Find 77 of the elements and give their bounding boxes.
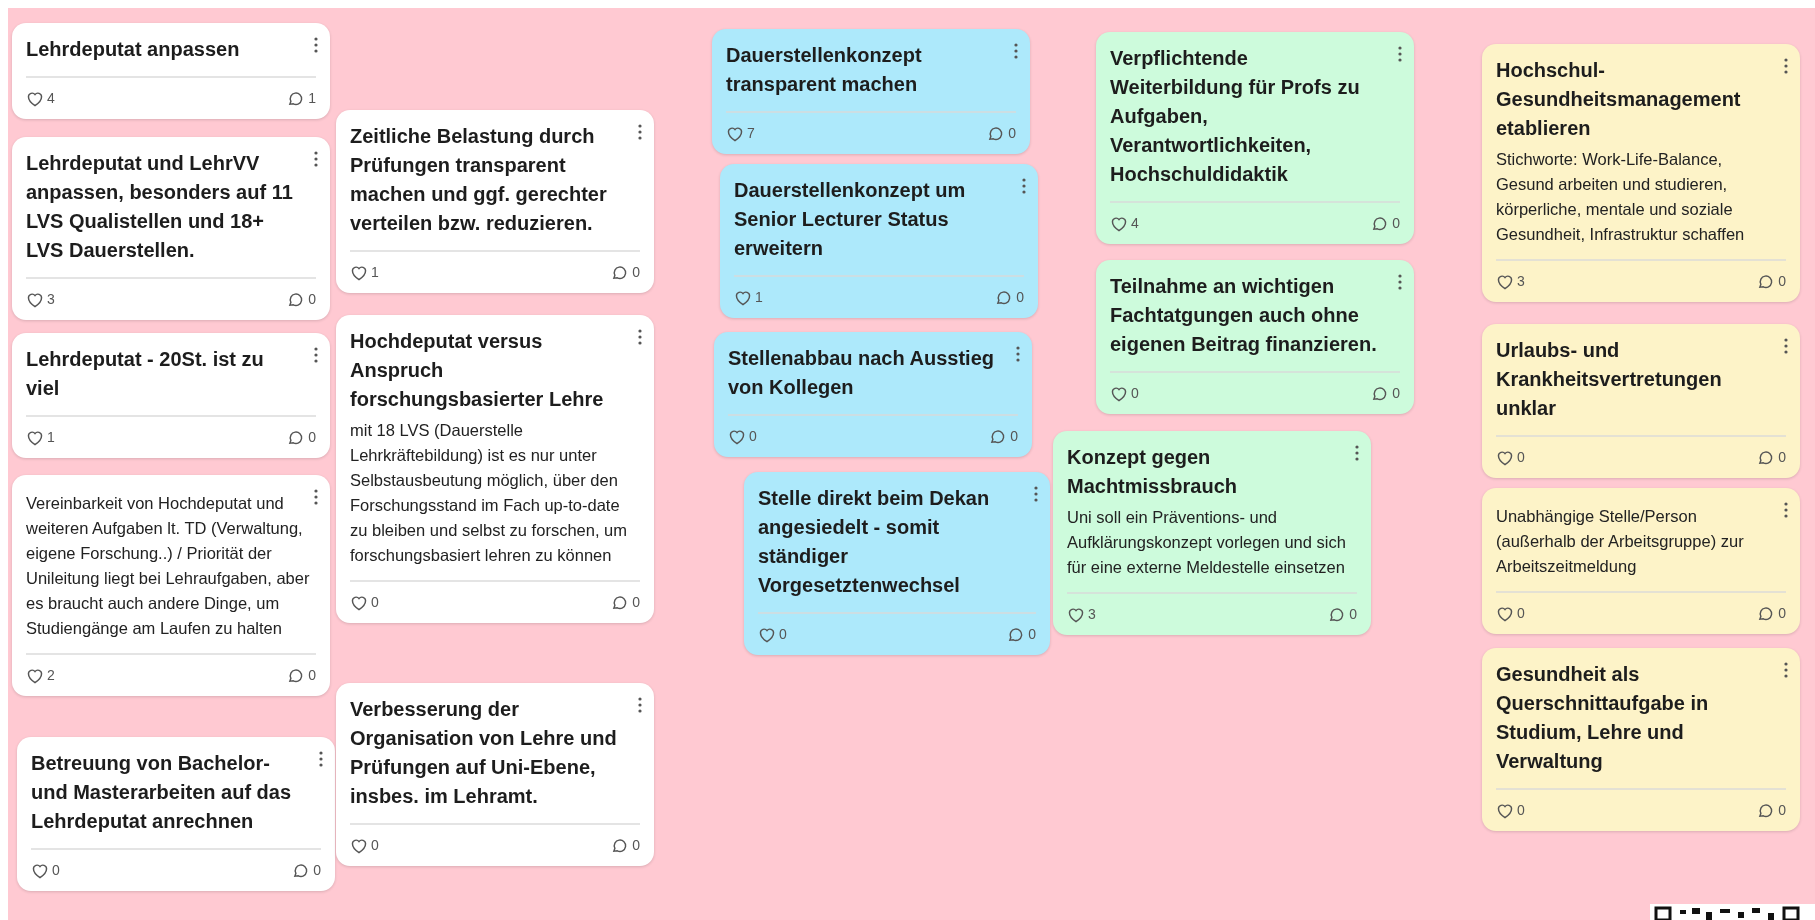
like-count: 3 bbox=[1517, 272, 1525, 291]
post-title: Lehrdeputat und LehrVV anpassen, besonders auf 11 LVS Qualistellen und 18+ LVS Dauerstellen. bbox=[26, 151, 294, 263]
post-card[interactable]: Dauerstellenkonzept um Senior Lecturer Status erweitern 1 0 bbox=[720, 164, 1038, 318]
post-body: mit 18 LVS (Dauerstelle Lehrkräftebildung) ist es nur unter Selbstausbeutung möglich, über den Forschungsstand im Fach up-to-date zu bleiben und selbst zu forschen, um forschungsbasiert lehren zu können bbox=[350, 420, 628, 566]
comment-count: 0 bbox=[1008, 124, 1016, 143]
post-title: Verbesserung der Organisation von Lehre und Prüfungen auf Uni-Ebene, insbes. im Lehramt. bbox=[350, 697, 618, 809]
comment-count: 0 bbox=[1778, 801, 1786, 820]
post-title: Verpflichtende Weiterbildung für Profs zu Aufgaben, Verantwortlichkeiten, Hochschuldidaktik bbox=[1110, 46, 1361, 187]
post-card[interactable]: Gesundheit als Querschnittaufgabe in Studium, Lehre und Verwaltung 0 0 bbox=[1482, 648, 1800, 831]
like-count: 0 bbox=[1517, 604, 1525, 623]
post-card[interactable]: Konzept gegen Machtmissbrauch Uni soll ein Präventions- und Aufklärungskonzept vorlegen und sich für eine externe Meldestelle einsetzen 3 0 bbox=[1053, 431, 1371, 635]
post-title: Stellenabbau nach Ausstieg von Kollegen bbox=[728, 346, 995, 400]
post-card[interactable]: Urlaubs- und Krankheitsvertretungen unklar 0 0 bbox=[1482, 324, 1800, 478]
like-count: 0 bbox=[1131, 384, 1139, 403]
post-card[interactable]: Dauerstellenkonzept transparent machen 7 0 bbox=[712, 29, 1030, 154]
comment-count: 0 bbox=[1349, 605, 1357, 624]
comment-count: 0 bbox=[632, 593, 640, 612]
comment-count: 0 bbox=[1778, 448, 1786, 467]
like-count: 4 bbox=[47, 89, 55, 108]
like-count: 3 bbox=[47, 290, 55, 309]
post-card[interactable]: Hochschul-Gesundheitsmanagement etablieren Stichworte: Work-Life-Balance, Gesund arbeiten und studieren, körperliche, mentale und soziale Gesundheit, Infrastruktur schaffen 3 0 bbox=[1482, 44, 1800, 302]
post-body: Vereinbarkeit von Hochdeputat und weiteren Aufgaben lt. TD (Verwaltung, eigene Forschung..) / Priorität der Unileitung liegt bei Lehraufgaben, aber es braucht auch andere Dinge, um Studiengänge am Laufen zu halten bbox=[26, 493, 311, 639]
comment-count: 0 bbox=[632, 836, 640, 855]
post-title: Lehrdeputat anpassen bbox=[26, 37, 241, 62]
like-count: 0 bbox=[371, 836, 379, 855]
like-count: 0 bbox=[1517, 448, 1525, 467]
post-body: Uni soll ein Präventions- und Aufklärungskonzept vorlegen und sich für eine externe Meldestelle einsetzen bbox=[1067, 507, 1347, 578]
post-card[interactable]: Teilnahme an wichtigen Fachtatgungen auch ohne eigenen Beitrag finanzieren. 0 0 bbox=[1096, 260, 1414, 414]
post-card[interactable]: Lehrdeputat - 20St. ist zu viel 1 0 bbox=[12, 333, 330, 458]
post-title: Betreuung von Bachelor- und Masterarbeiten auf das Lehrdeputat anrechnen bbox=[31, 751, 293, 834]
post-body: Unabhängige Stelle/Person (außerhalb der Arbeitsgruppe) zur Arbeitszeitmeldung bbox=[1496, 506, 1745, 577]
post-card[interactable]: Verpflichtende Weiterbildung für Profs zu Aufgaben, Verantwortlichkeiten, Hochschuldidaktik 4 0 bbox=[1096, 32, 1414, 244]
post-title: Dauerstellenkonzept um Senior Lecturer Status erweitern bbox=[734, 178, 967, 261]
comment-count: 0 bbox=[1028, 625, 1036, 644]
post-title: Stelle direkt beim Dekan angesiedelt - somit ständiger Vorgesetztenwechsel bbox=[758, 486, 991, 598]
post-title: Urlaubs- und Krankheitsvertretungen unklar bbox=[1496, 338, 1723, 421]
comment-count: 0 bbox=[1778, 272, 1786, 291]
comment-count: 0 bbox=[1010, 427, 1018, 446]
like-count: 2 bbox=[47, 666, 55, 685]
post-title: Lehrdeputat - 20St. ist zu viel bbox=[26, 347, 265, 401]
post-title: Hochdeputat versus Anspruch forschungsbasierter Lehre bbox=[350, 329, 605, 412]
comment-count: 0 bbox=[1778, 604, 1786, 623]
post-card[interactable]: Stelle direkt beim Dekan angesiedelt - somit ständiger Vorgesetztenwechsel 0 0 bbox=[744, 472, 1050, 655]
like-count: 1 bbox=[755, 288, 763, 307]
like-count: 1 bbox=[371, 263, 379, 282]
post-title: Hochschul-Gesundheitsmanagement etablieren bbox=[1496, 58, 1742, 141]
comment-count: 0 bbox=[308, 290, 316, 309]
post-card[interactable]: Unabhängige Stelle/Person (außerhalb der Arbeitsgruppe) zur Arbeitszeitmeldung 0 0 bbox=[1482, 488, 1800, 634]
comment-count: 0 bbox=[632, 263, 640, 282]
like-count: 0 bbox=[52, 861, 60, 880]
post-card[interactable]: Lehrdeputat und LehrVV anpassen, besonders auf 11 LVS Qualistellen und 18+ LVS Dauerstellen. 3 0 bbox=[12, 137, 330, 320]
comment-count: 1 bbox=[308, 89, 316, 108]
like-count: 0 bbox=[1517, 801, 1525, 820]
post-title: Teilnahme an wichtigen Fachtatgungen auch ohne eigenen Beitrag finanzieren. bbox=[1110, 274, 1378, 357]
post-body: Stichworte: Work-Life-Balance, Gesund arbeiten und studieren, körperliche, mentale und soziale Gesundheit, Infrastruktur schaffen bbox=[1496, 149, 1746, 245]
post-title: Gesundheit als Querschnittaufgabe in Studium, Lehre und Verwaltung bbox=[1496, 662, 1710, 774]
like-count: 0 bbox=[779, 625, 787, 644]
comment-count: 0 bbox=[308, 666, 316, 685]
post-card[interactable]: Stellenabbau nach Ausstieg von Kollegen 0 0 bbox=[714, 332, 1032, 457]
post-card[interactable]: Lehrdeputat anpassen 4 1 bbox=[12, 23, 330, 119]
post-card[interactable]: Verbesserung der Organisation von Lehre und Prüfungen auf Uni-Ebene, insbes. im Lehramt. 0 0 bbox=[336, 683, 654, 866]
comment-count: 0 bbox=[313, 861, 321, 880]
post-card[interactable]: Zeitliche Belastung durch Prüfungen transparent machen und ggf. gerechter verteilen bzw. reduzieren. 1 0 bbox=[336, 110, 654, 293]
like-count: 3 bbox=[1088, 605, 1096, 624]
post-title: Konzept gegen Machtmissbrauch bbox=[1067, 445, 1239, 499]
post-title: Dauerstellenkonzept transparent machen bbox=[726, 43, 923, 97]
like-count: 0 bbox=[749, 427, 757, 446]
comment-count: 0 bbox=[1392, 384, 1400, 403]
like-count: 1 bbox=[47, 428, 55, 447]
comment-count: 0 bbox=[1016, 288, 1024, 307]
comment-count: 0 bbox=[1392, 214, 1400, 233]
like-count: 7 bbox=[747, 124, 755, 143]
post-card[interactable]: Betreuung von Bachelor- und Masterarbeiten auf das Lehrdeputat anrechnen 0 0 bbox=[17, 737, 335, 891]
post-title: Zeitliche Belastung durch Prüfungen transparent machen und ggf. gerechter verteilen bzw. reduzieren. bbox=[350, 124, 608, 236]
like-count: 4 bbox=[1131, 214, 1139, 233]
comment-count: 0 bbox=[308, 428, 316, 447]
like-count: 0 bbox=[371, 593, 379, 612]
